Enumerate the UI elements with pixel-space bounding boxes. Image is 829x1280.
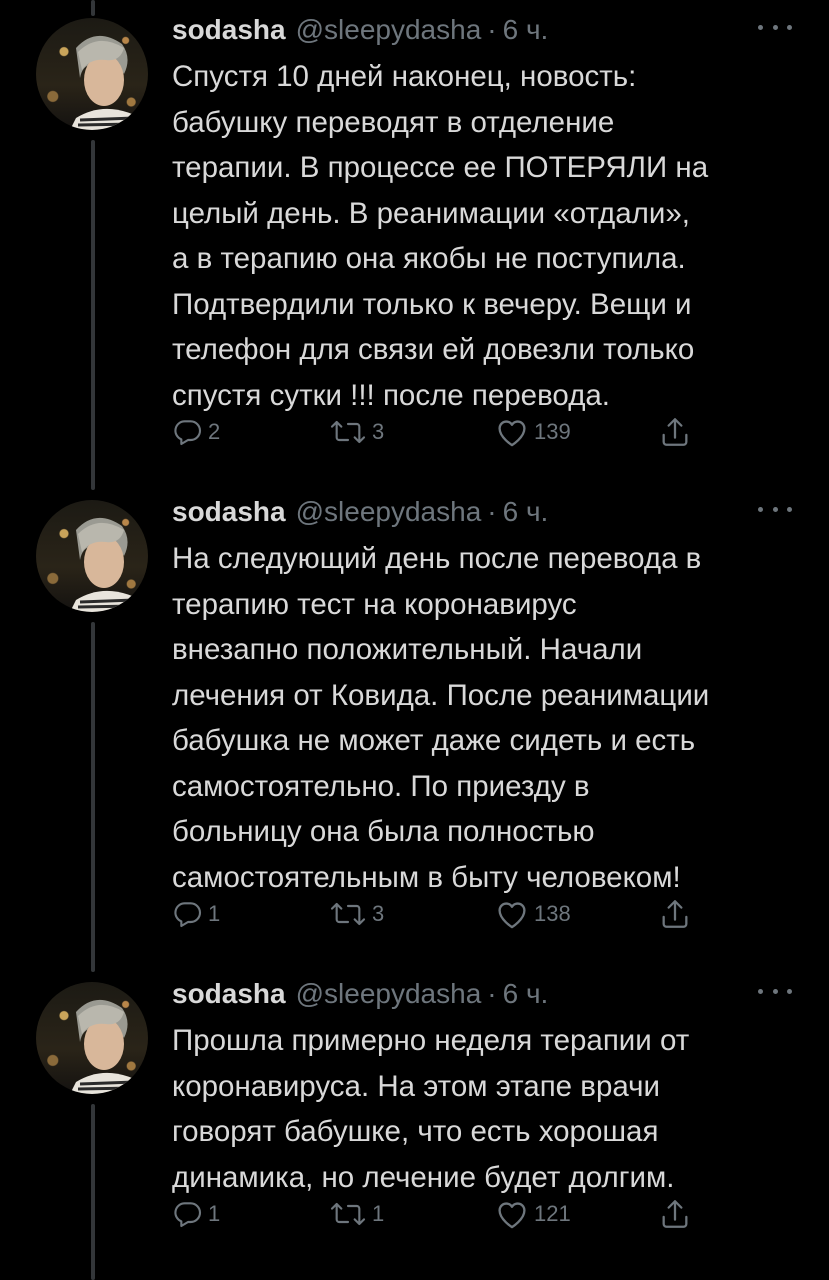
like-count: 121 bbox=[534, 1201, 571, 1226]
reply-count: 2 bbox=[208, 419, 221, 444]
tweet-actions: 1 3 138 bbox=[172, 896, 732, 932]
reply-count: 1 bbox=[208, 901, 221, 926]
tweet-text-line: терапию тест на коронавирус bbox=[172, 587, 577, 621]
tweet-text-line: телефон для связи ей довезли только bbox=[172, 333, 695, 366]
avatar[interactable] bbox=[36, 500, 148, 612]
like-button[interactable]: 139 bbox=[494, 414, 571, 450]
reply-icon bbox=[174, 1202, 202, 1228]
tweet-text-line: а в терапию она якобы не поступила. bbox=[172, 242, 686, 275]
reply-button[interactable]: 1 bbox=[172, 1196, 220, 1232]
tweet-thread: sodasha @sleepydasha · 6 ч. Спустя 10 дн… bbox=[0, 0, 829, 1280]
display-name[interactable]: sodasha bbox=[172, 14, 286, 46]
tweet-text-line: динамика, но лечение будет долгим. bbox=[172, 1160, 675, 1194]
tweet[interactable]: sodasha @sleepydasha · 6 ч. Спустя 10 дн… bbox=[0, 14, 829, 474]
retweet-button[interactable]: 3 bbox=[328, 414, 384, 450]
more-icon[interactable] bbox=[758, 22, 792, 32]
tweet-text-line: внезапно положительный. Начали bbox=[172, 633, 643, 666]
tweet-text-line: говорят бабушке, что есть хорошая bbox=[172, 1115, 659, 1148]
tweet-text-line: На следующий день после перевода в bbox=[172, 542, 702, 575]
avatar-portrait bbox=[70, 999, 140, 1094]
timestamp[interactable]: 6 ч. bbox=[503, 496, 549, 528]
tweet-text-line: Прошла примерно неделя терапии от bbox=[172, 1024, 690, 1057]
tweet-text-line: Подтвердили только к вечеру. Вещи и bbox=[172, 287, 692, 321]
tweet-text-line: Спустя 10 дней наконец, новость: bbox=[172, 60, 637, 93]
like-icon bbox=[498, 420, 526, 447]
tweet-text-line: коронавируса. На этом этапе врачи bbox=[172, 1069, 660, 1103]
timestamp[interactable]: 6 ч. bbox=[503, 978, 549, 1010]
share-button[interactable] bbox=[658, 896, 692, 932]
tweet-text: Спустя 10 дней наконец, новость: бабушку… bbox=[172, 54, 802, 418]
tweet-text-line: самостоятельно. По приезду в bbox=[172, 769, 590, 803]
like-icon bbox=[498, 902, 526, 929]
retweet-count: 3 bbox=[372, 419, 385, 444]
like-button[interactable]: 121 bbox=[494, 1196, 571, 1232]
avatar[interactable] bbox=[36, 982, 148, 1094]
tweet-text-line: бабушку переводят в отделение bbox=[172, 105, 615, 139]
like-count: 138 bbox=[534, 901, 571, 926]
tweet-text-line: самостоятельным в быту человеком! bbox=[172, 860, 681, 894]
retweet-icon bbox=[330, 902, 366, 926]
like-button[interactable]: 138 bbox=[494, 896, 571, 932]
share-button[interactable] bbox=[658, 414, 692, 450]
retweet-icon bbox=[330, 1202, 366, 1226]
reply-count: 1 bbox=[208, 1201, 221, 1226]
tweet-actions: 2 3 139 bbox=[172, 414, 732, 450]
share-icon bbox=[662, 1200, 688, 1228]
tweet-actions: 1 1 121 bbox=[172, 1196, 732, 1232]
tweet-header: sodasha @sleepydasha · 6 ч. bbox=[172, 978, 548, 1018]
reply-button[interactable]: 2 bbox=[172, 414, 220, 450]
retweet-button[interactable]: 1 bbox=[328, 1196, 384, 1232]
share-icon bbox=[662, 418, 688, 446]
reply-icon bbox=[174, 902, 202, 928]
user-handle[interactable]: @sleepydasha bbox=[296, 978, 482, 1010]
separator: · bbox=[487, 496, 497, 527]
tweet[interactable]: sodasha @sleepydasha · 6 ч. На следующий… bbox=[0, 496, 829, 956]
like-count: 139 bbox=[534, 419, 571, 444]
avatar-portrait bbox=[70, 35, 140, 130]
tweet-text: На следующий день после перевода в терап… bbox=[172, 536, 802, 900]
share-button[interactable] bbox=[658, 1196, 692, 1232]
more-icon[interactable] bbox=[758, 504, 792, 514]
tweet-text-line: бабушка не может даже сидеть и есть bbox=[172, 724, 696, 757]
tweet-text-line: терапии. В процессе ее ПОТЕРЯЛИ на bbox=[172, 151, 709, 184]
display-name[interactable]: sodasha bbox=[172, 496, 286, 528]
retweet-count: 1 bbox=[372, 1201, 385, 1226]
reply-button[interactable]: 1 bbox=[172, 896, 220, 932]
timestamp[interactable]: 6 ч. bbox=[503, 14, 549, 46]
separator: · bbox=[487, 14, 497, 45]
separator: · bbox=[487, 978, 497, 1009]
more-icon[interactable] bbox=[758, 986, 792, 996]
tweet-text-line: больницу она была полностью bbox=[172, 815, 595, 848]
display-name[interactable]: sodasha bbox=[172, 978, 286, 1010]
tweet-text-line: целый день. В реанимации «отдали», bbox=[172, 196, 690, 230]
tweet-text-line: лечения от Ковида. После реанимации bbox=[172, 678, 710, 712]
share-icon bbox=[662, 900, 688, 928]
user-handle[interactable]: @sleepydasha bbox=[296, 496, 482, 528]
user-handle[interactable]: @sleepydasha bbox=[296, 14, 482, 46]
retweet-count: 3 bbox=[372, 901, 385, 926]
tweet-text-line: спустя сутки !!! после перевода. bbox=[172, 378, 611, 412]
tweet-header: sodasha @sleepydasha · 6 ч. bbox=[172, 496, 548, 536]
avatar-portrait bbox=[70, 517, 140, 612]
tweet-header: sodasha @sleepydasha · 6 ч. bbox=[172, 14, 548, 54]
reply-icon bbox=[174, 420, 202, 446]
retweet-icon bbox=[330, 420, 366, 444]
like-icon bbox=[498, 1202, 526, 1229]
avatar[interactable] bbox=[36, 18, 148, 130]
tweet-text: Прошла примерно неделя терапии от корона… bbox=[172, 1018, 802, 1200]
tweet[interactable]: sodasha @sleepydasha · 6 ч. Прошла приме… bbox=[0, 978, 829, 1278]
retweet-button[interactable]: 3 bbox=[328, 896, 384, 932]
